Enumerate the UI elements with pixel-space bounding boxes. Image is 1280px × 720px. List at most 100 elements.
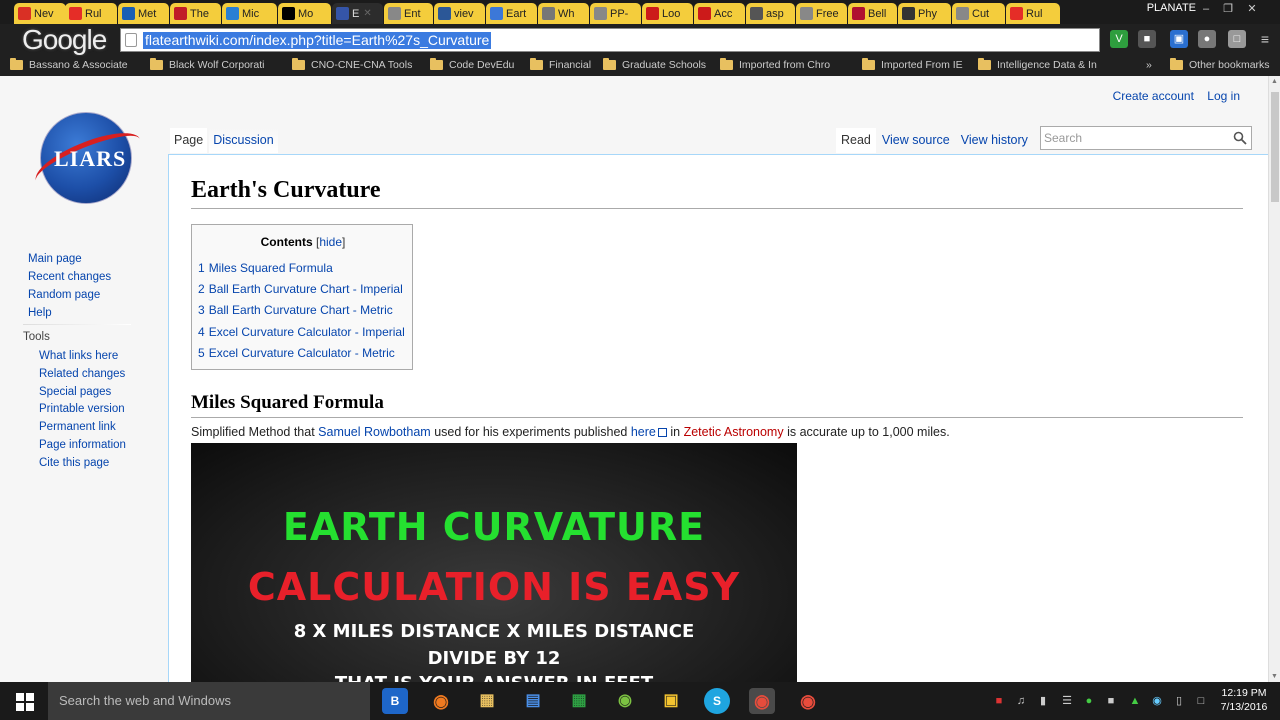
browser-tab[interactable]: Cut — [952, 3, 1005, 24]
restore-icon[interactable]: ❐ — [1218, 2, 1238, 16]
tray-app-icon[interactable]: ● — [1082, 694, 1096, 708]
taskbar-search[interactable]: Search the web and Windows — [48, 682, 370, 720]
bookmark-folder[interactable]: Financial — [530, 58, 591, 71]
blogger-app-icon[interactable]: B — [382, 688, 408, 714]
browser-tab[interactable]: PP- — [590, 3, 641, 24]
tray-network-icon[interactable]: ▲ — [1128, 694, 1142, 708]
browser-tab[interactable]: Wh — [538, 3, 589, 24]
samuel-rowbotham-link[interactable]: Samuel Rowbotham — [318, 425, 431, 439]
file-explorer-icon[interactable]: ▦ — [474, 688, 500, 714]
tab-read[interactable]: Read — [836, 128, 876, 153]
tray-app-icon-2[interactable]: ■ — [1104, 694, 1118, 708]
close-window-icon[interactable]: ✕ — [1242, 2, 1262, 16]
browser-tab[interactable]: Loo — [642, 3, 693, 24]
skype-app-icon[interactable]: S — [704, 688, 730, 714]
docs-app-icon[interactable]: ▤ — [520, 688, 546, 714]
close-tab-icon[interactable]: ✕ — [363, 8, 371, 19]
embedded-video[interactable]: EARTH CURVATURE CALCULATION IS EASY 8 X … — [191, 443, 797, 682]
chrome-app-icon-2[interactable]: ◉ — [795, 688, 821, 714]
site-logo[interactable]: LIARS — [29, 112, 148, 207]
windows-start-icon[interactable] — [16, 693, 34, 711]
vpn-extension-icon[interactable]: V — [1110, 30, 1128, 48]
toc-item[interactable]: 1 Miles Squared Formula — [198, 258, 405, 279]
nav-link-main-page[interactable]: Main page — [28, 250, 111, 268]
translate-extension-icon[interactable]: ▣ — [1170, 30, 1188, 48]
wifi-icon[interactable]: ☰ — [1060, 694, 1074, 708]
other-bookmarks[interactable]: Other bookmarks — [1170, 58, 1270, 71]
search-input[interactable] — [1041, 127, 1231, 149]
nav-link-help[interactable]: Help — [28, 304, 111, 322]
profile-name[interactable]: PLANATE — [1147, 2, 1196, 14]
tray-app-icon-3[interactable]: ◉ — [1150, 694, 1164, 708]
page-info-icon[interactable] — [125, 33, 137, 47]
toc-hide-link[interactable]: hide — [319, 235, 342, 249]
tool-link-permanent-link[interactable]: Permanent link — [39, 419, 126, 437]
android-app-icon[interactable]: ◉ — [612, 688, 638, 714]
scroll-down-icon[interactable]: ▼ — [1271, 673, 1278, 680]
bookmark-folder[interactable]: Graduate Schools — [603, 58, 706, 71]
address-url[interactable]: flatearthwiki.com/index.php?title=Earth%… — [143, 32, 492, 49]
sheets-app-icon[interactable]: ▦ — [566, 688, 592, 714]
tab-discussion[interactable]: Discussion — [209, 128, 278, 153]
notification-icon[interactable]: □ — [1194, 694, 1208, 708]
browser-tab[interactable]: asp — [746, 3, 795, 24]
browser-tab[interactable]: Rul — [1006, 3, 1060, 24]
tools-heading[interactable]: Tools — [23, 331, 50, 343]
tool-link-cite-this-page[interactable]: Cite this page — [39, 455, 126, 473]
extension-icon[interactable]: ■ — [1138, 30, 1156, 48]
scroll-up-icon[interactable]: ▲ — [1271, 78, 1278, 85]
tool-link-page-information[interactable]: Page information — [39, 437, 126, 455]
toc-item[interactable]: 5 Excel Curvature Calculator - Metric — [198, 343, 405, 364]
reader-extension-icon[interactable]: □ — [1228, 30, 1246, 48]
tool-link-related-changes[interactable]: Related changes — [39, 366, 126, 384]
firefox-app-icon[interactable]: ◉ — [428, 688, 454, 714]
nav-link-random-page[interactable]: Random page — [28, 286, 111, 304]
minimize-icon[interactable]: – — [1196, 2, 1216, 16]
toc-item[interactable]: 2 Ball Earth Curvature Chart - Imperial — [198, 279, 405, 300]
bookmark-folder[interactable]: Intelligence Data & In — [978, 58, 1097, 71]
taskbar-clock[interactable]: 12:19 PM 7/13/2016 — [1214, 686, 1274, 714]
bookmark-folder[interactable]: CNO-CNE-CNA Tools — [292, 58, 412, 71]
browser-tab[interactable]: Mo — [278, 3, 331, 24]
bookmark-folder[interactable]: Code DevEdu — [430, 58, 514, 71]
bookmark-folder[interactable]: Imported from Chro — [720, 58, 830, 71]
tab-view-history[interactable]: View history — [956, 128, 1033, 153]
browser-tab[interactable]: E ✕ — [332, 3, 383, 24]
browser-tab[interactable]: Acc — [694, 3, 745, 24]
address-bar[interactable]: flatearthwiki.com/index.php?title=Earth%… — [120, 28, 1214, 52]
browser-tab[interactable]: Bell — [848, 3, 897, 24]
search-icon[interactable] — [1233, 131, 1247, 145]
scrollbar-thumb[interactable] — [1271, 92, 1279, 202]
tab-view-source[interactable]: View source — [877, 128, 955, 153]
create-account-link[interactable]: Create account — [1113, 89, 1194, 103]
tool-link-special-pages[interactable]: Special pages — [39, 384, 126, 402]
toc-item[interactable]: 4 Excel Curvature Calculator - Imperial — [198, 322, 405, 343]
bookmark-folder[interactable]: Imported From IE — [862, 58, 963, 71]
tab-page[interactable]: Page — [170, 128, 208, 153]
tray-device-icon[interactable]: ▯ — [1172, 694, 1186, 708]
pocket-extension-icon[interactable]: ● — [1198, 30, 1216, 48]
browser-tab[interactable]: Mic — [222, 3, 277, 24]
bookmarks-overflow-button[interactable]: » — [1146, 59, 1152, 71]
tray-alert-icon[interactable]: ■ — [992, 694, 1006, 708]
toc-item[interactable]: 3 Ball Earth Curvature Chart - Metric — [198, 300, 405, 321]
menu-icon[interactable]: ≡ — [1256, 30, 1274, 48]
battery-icon[interactable]: ▮ — [1036, 694, 1050, 708]
browser-tab[interactable]: Free — [796, 3, 847, 24]
browser-tab[interactable]: Met — [118, 3, 169, 24]
browser-tab[interactable]: Nev — [14, 3, 66, 24]
here-external-link[interactable]: here — [631, 425, 667, 439]
browser-tab[interactable]: Ent — [384, 3, 433, 24]
tool-link-printable-version[interactable]: Printable version — [39, 401, 126, 419]
bookmark-folder[interactable]: Black Wolf Corporati — [150, 58, 265, 71]
browser-tab[interactable]: Phy — [898, 3, 951, 24]
zetetic-astronomy-link[interactable]: Zetetic Astronomy — [684, 425, 784, 439]
tool-link-what-links-here[interactable]: What links here — [39, 348, 126, 366]
login-link[interactable]: Log in — [1207, 89, 1240, 103]
browser-tab[interactable]: Eart — [486, 3, 537, 24]
chrome-app-icon[interactable]: ◉ — [749, 688, 775, 714]
nav-link-recent-changes[interactable]: Recent changes — [28, 268, 111, 286]
browser-tab[interactable]: Rul — [65, 3, 117, 24]
volume-icon[interactable]: ♫ — [1014, 694, 1028, 708]
bookmark-folder[interactable]: Bassano & Associate — [10, 58, 128, 71]
